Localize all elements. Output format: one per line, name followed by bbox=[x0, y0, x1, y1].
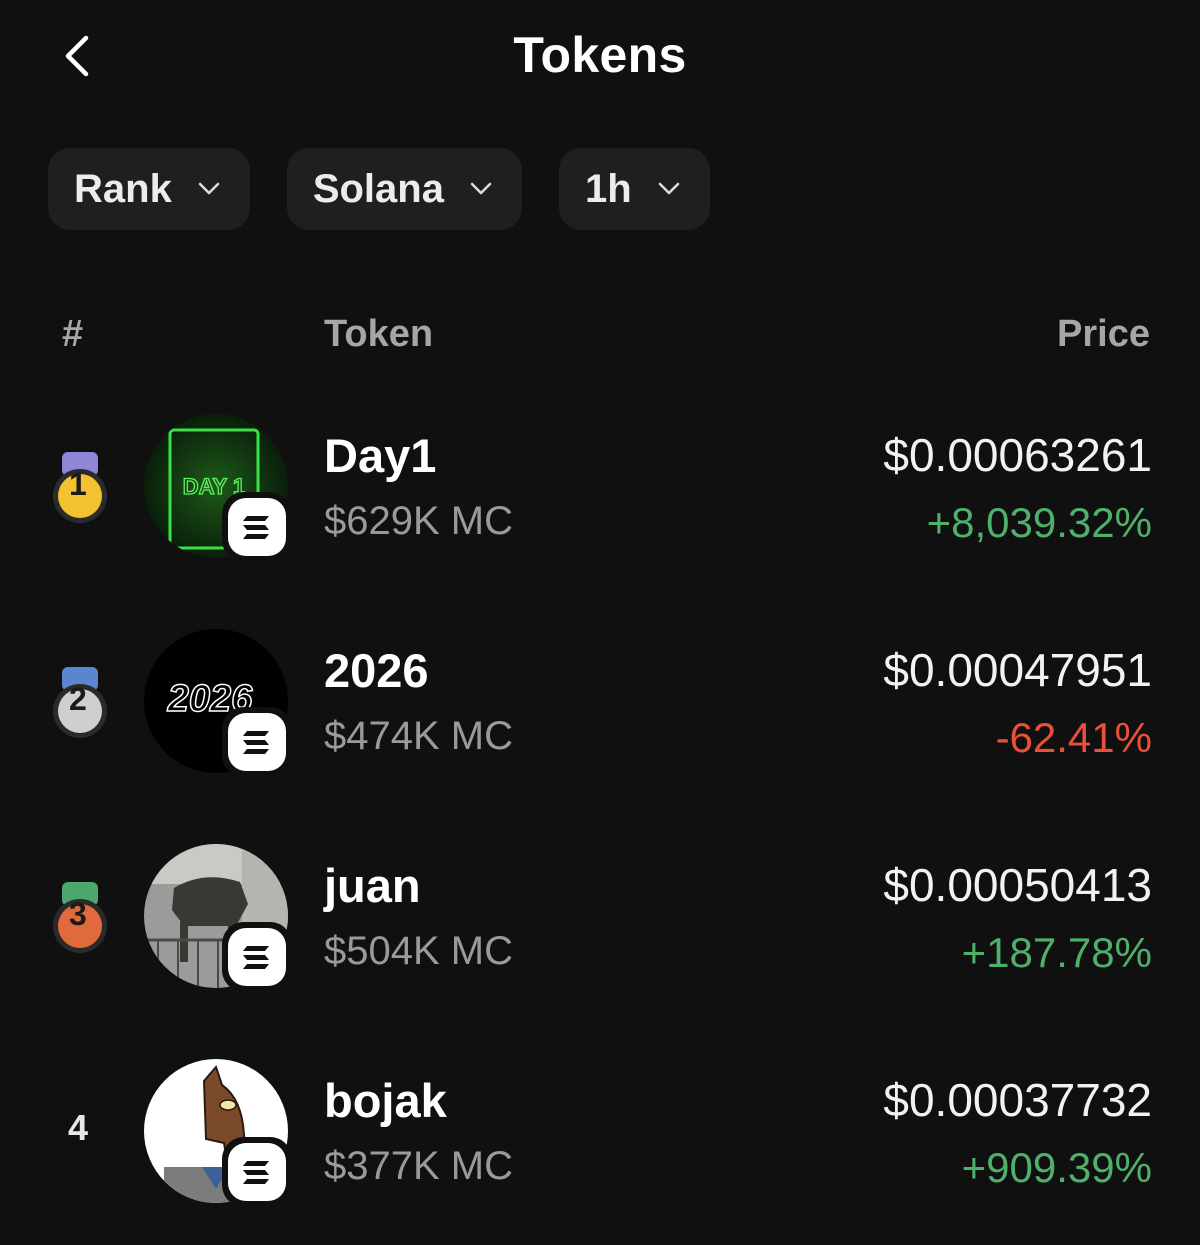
token-price: $0.00037732 bbox=[883, 1074, 1152, 1126]
rank-filter-label: Rank bbox=[74, 166, 172, 211]
solana-badge bbox=[222, 922, 292, 992]
solana-icon bbox=[243, 946, 269, 969]
token-price-change: +909.39% bbox=[961, 1144, 1152, 1191]
token-price: $0.00063261 bbox=[883, 429, 1152, 481]
token-market-cap: $504K MC bbox=[324, 929, 513, 973]
token-market-cap: $377K MC bbox=[324, 1144, 513, 1188]
token-row[interactable]: 4 bojak $377K MC $0.00037732 +909.39% bbox=[0, 1045, 1200, 1245]
solana-icon bbox=[243, 516, 269, 539]
chevron-down-icon bbox=[658, 182, 679, 195]
rank-number: 3 bbox=[69, 896, 87, 932]
rank-number: 4 bbox=[68, 1107, 89, 1148]
token-price: $0.00050413 bbox=[883, 859, 1152, 911]
rank-filter-dropdown[interactable]: Rank bbox=[48, 148, 250, 230]
chain-filter-label: Solana bbox=[312, 166, 444, 211]
token-price-change: -62.41% bbox=[995, 714, 1152, 761]
token-price: $0.00047951 bbox=[883, 644, 1152, 696]
timeframe-filter-dropdown[interactable]: 1h bbox=[558, 148, 710, 230]
token-column-header: Token bbox=[324, 313, 434, 355]
token-name: 2026 bbox=[324, 644, 429, 697]
page-title: Tokens bbox=[513, 27, 687, 83]
solana-badge bbox=[222, 492, 292, 562]
token-name: bojak bbox=[324, 1074, 447, 1127]
solana-badge bbox=[222, 707, 292, 777]
timeframe-filter-label: 1h bbox=[584, 166, 632, 211]
solana-icon bbox=[243, 731, 269, 754]
header: Tokens bbox=[0, 0, 1200, 110]
rank-column-header: # bbox=[62, 313, 84, 355]
token-market-cap: $629K MC bbox=[324, 499, 513, 543]
token-row[interactable]: 2 2026 2026 $474K MC $0.00047951 -62.41% bbox=[0, 615, 1200, 815]
column-headers: # Token Price bbox=[0, 305, 1200, 365]
chevron-down-icon bbox=[198, 182, 220, 195]
filter-bar: Rank Solana 1h bbox=[48, 148, 747, 230]
token-name: Day1 bbox=[324, 429, 437, 482]
rank-number: 2 bbox=[69, 681, 87, 717]
solana-icon bbox=[243, 1161, 269, 1184]
price-column-header: Price bbox=[1057, 313, 1150, 355]
token-name: juan bbox=[324, 859, 421, 912]
solana-badge bbox=[222, 1137, 292, 1207]
chevron-down-icon bbox=[470, 182, 492, 195]
rank-number: 1 bbox=[69, 466, 87, 502]
token-price-change: +8,039.32% bbox=[926, 499, 1152, 546]
token-row[interactable]: 1 DAY 1 Day1 $629K MC $0.00063261 +8,039… bbox=[0, 400, 1200, 600]
chain-filter-dropdown[interactable]: Solana bbox=[286, 148, 522, 230]
token-row[interactable]: 3 juan $504K MC $0.00050413 +187.78% bbox=[0, 830, 1200, 1030]
token-market-cap: $474K MC bbox=[324, 714, 513, 758]
token-price-change: +187.78% bbox=[961, 929, 1152, 976]
